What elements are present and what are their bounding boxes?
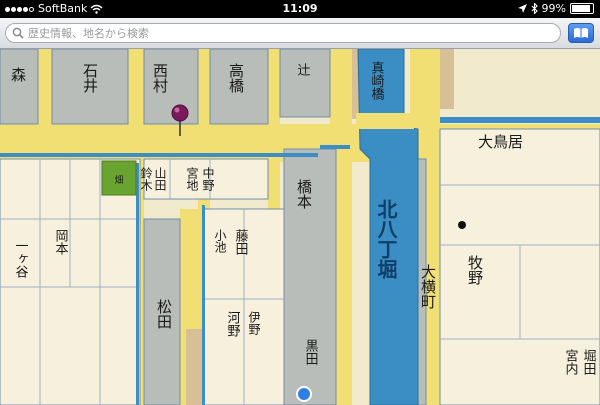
map-view[interactable]: 畑 北八丁堀 真崎橋 大横町 森 石井 西村 高橋 辻 宮地 中野 山田 鈴木 …: [0, 49, 600, 405]
block-label-hotta: 堀田: [581, 349, 597, 375]
green-plot-label: 畑: [114, 174, 123, 186]
status-bar: SoftBank 11:09 99%: [0, 0, 600, 18]
block-label-ootomo: 大鳥居: [478, 133, 523, 151]
block-label-ishimura: 石井: [81, 63, 99, 94]
battery-percent: 99%: [541, 2, 566, 15]
block-label-matsuda: 松田: [155, 299, 173, 329]
moat-label: 北八丁堀: [374, 199, 398, 280]
bookmarks-button[interactable]: [568, 23, 594, 43]
block-label-takahashi: 高橋: [227, 63, 245, 93]
block-label-tsuji: 辻: [295, 63, 311, 76]
search-icon: [12, 27, 24, 39]
status-right: 99%: [517, 2, 594, 15]
bridge: [356, 113, 414, 129]
block-label-kawano: 河野: [225, 311, 241, 337]
search-input[interactable]: [28, 25, 548, 41]
block-label-ichigaya: 一ヶ谷: [13, 239, 29, 278]
block-label-nakano: 中野: [201, 166, 215, 191]
historical-map[interactable]: 畑 北八丁堀 真崎橋 大横町 森 石井 西村 高橋 辻 宮地 中野 山田 鈴木 …: [0, 49, 600, 405]
block-label-ino: 伊野: [247, 311, 261, 335]
block-label-miyauchi: 宮内: [563, 348, 578, 376]
block-label-makino: 牧野: [466, 255, 484, 285]
status-time: 11:09: [282, 2, 318, 15]
block-label-nishimura: 西村: [151, 63, 169, 93]
shrine-dot: [458, 221, 466, 229]
current-location-icon: [296, 386, 312, 402]
street-label: 大横町: [419, 264, 437, 309]
location-arrow-icon: [517, 4, 527, 13]
bridge-label: 真崎橋: [369, 61, 385, 101]
block-label-suzuki: 鈴木: [139, 166, 153, 191]
book-icon: [574, 28, 588, 38]
block-label-mori: 森: [9, 67, 27, 82]
block-label-miyaji: 宮地: [185, 166, 199, 191]
block-label-okamoto: 岡本: [53, 229, 69, 255]
block-label-fujita: 藤田: [233, 229, 249, 255]
search-box[interactable]: [5, 23, 561, 43]
block-label-kuroda: 黒田: [303, 339, 319, 365]
bluetooth-icon: [531, 3, 538, 14]
search-bar: [0, 18, 600, 49]
block-label-hashimoto: 橋本: [295, 179, 313, 209]
block-label-yamada: 山田: [153, 167, 167, 191]
battery-icon: [570, 3, 594, 14]
block-label-koike: 小池: [213, 229, 227, 253]
